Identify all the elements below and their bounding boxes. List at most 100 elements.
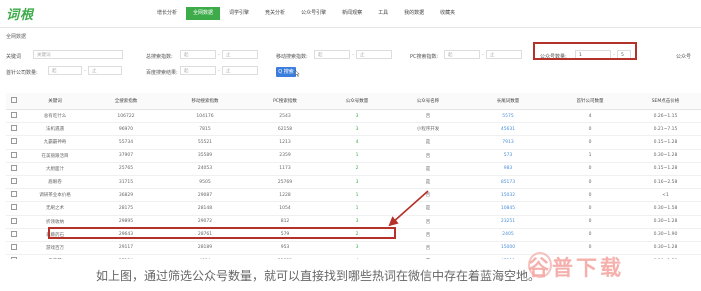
- watermark: 谷普下载: [528, 256, 624, 280]
- table-cell: 0: [550, 162, 630, 176]
- nav-item[interactable]: 增长分析: [150, 7, 184, 20]
- filter-label-baidu-results: 百度搜索结果:: [146, 70, 178, 76]
- table-cell: 106722: [88, 109, 164, 124]
- highlight-box-account-filter: [533, 42, 637, 60]
- logo[interactable]: 词根: [6, 4, 34, 23]
- table-cell: 九霸霸神奇: [22, 135, 88, 150]
- table-row[interactable]: 调研茶业本价格 36829 29087 1228 1 否 15032 0 <1: [6, 188, 701, 203]
- checkbox-icon[interactable]: [11, 164, 17, 171]
- table-cell: 0.30~1.28: [630, 241, 701, 256]
- range-dash: -: [482, 52, 484, 58]
- row-checkbox[interactable]: [6, 241, 22, 256]
- table-cell: 眉眼卷: [22, 175, 88, 190]
- table-cell: 2: [324, 162, 390, 176]
- table-cell: 否: [390, 241, 466, 256]
- filter-label-total-index: 总搜索指数:: [146, 54, 173, 60]
- nav-item[interactable]: 收藏夹: [433, 7, 462, 20]
- row-checkbox[interactable]: [6, 162, 22, 176]
- table-cell: 0.21~7.15: [630, 122, 701, 137]
- checkbox-icon[interactable]: [11, 178, 17, 185]
- row-checkbox[interactable]: [6, 188, 22, 203]
- table-cell: 96970: [88, 122, 164, 137]
- nav-item[interactable]: 公众号引擎: [294, 7, 333, 20]
- column-header: 长尾词数量: [466, 93, 550, 110]
- search-button[interactable]: Q 搜索: [276, 67, 296, 77]
- checkbox-icon[interactable]: [11, 217, 17, 224]
- row-checkbox[interactable]: [6, 135, 22, 150]
- nav-item[interactable]: 工具: [371, 7, 395, 20]
- table-row[interactable]: 在美丽跟活目 37907 35589 2359 1 否 573 1 0.30~1.28: [6, 149, 701, 163]
- checkbox-icon[interactable]: [11, 138, 17, 145]
- nav-item[interactable]: 词学引擎: [222, 7, 256, 20]
- table-cell: 1213: [246, 135, 324, 150]
- table-cell: 1054: [246, 201, 324, 216]
- filter-label-pc-index: PC搜索指数:: [410, 54, 439, 60]
- checkbox-icon[interactable]: [11, 191, 17, 198]
- table-row[interactable]: 九霸霸神奇 55734 55521 1213 4 是 7913 0 0.15~1.28: [6, 135, 701, 150]
- table-cell: 小程序开发: [390, 122, 466, 137]
- checkbox-icon[interactable]: [11, 125, 17, 132]
- table-row[interactable]: 眉眼卷 31715 9505 25769 3 是 85173 0 0.16~2.58: [6, 175, 701, 190]
- table-cell: 35589: [164, 149, 246, 163]
- checkbox-icon[interactable]: [11, 243, 17, 250]
- table-row[interactable]: 法机遇遇 96970 7815 62158 3 小程序开发 45631 0 0.21~7.15: [6, 122, 701, 137]
- nav-item[interactable]: 新闻观察: [335, 7, 369, 20]
- row-checkbox[interactable]: [6, 175, 22, 190]
- keyword-table-container: 关键词 全搜索指数 移动搜索指数 PC搜索指数 公众号数量 公众号名称 长尾词数量 首针公司数…: [6, 93, 701, 269]
- table-cell: 24053: [164, 162, 246, 176]
- table-cell: 法机遇遇: [22, 122, 88, 137]
- column-header: 关键词: [22, 93, 88, 110]
- pc-index-min-input[interactable]: 起: [444, 50, 480, 59]
- nav-item[interactable]: 全网数据: [186, 7, 221, 20]
- highlight-box-row: [48, 227, 396, 239]
- table-cell: 4: [550, 109, 630, 124]
- table-cell: 0: [550, 122, 630, 137]
- nav-item[interactable]: 竞关分析: [258, 7, 292, 20]
- checkbox-icon[interactable]: [11, 204, 17, 211]
- row-checkbox[interactable]: [6, 109, 22, 124]
- table-row[interactable]: 总有吃什么 106722 104176 2543 3 否 5575 4 0.26~1.15: [6, 109, 701, 124]
- table-row[interactable]: 大厨面汁 25765 24053 1173 2 是 983 0 0.15~1.28: [6, 162, 701, 176]
- table-cell: 85173: [466, 175, 550, 190]
- total-index-min-input[interactable]: 起: [180, 50, 216, 59]
- row-checkbox[interactable]: [6, 122, 22, 137]
- table-cell: 45631: [466, 122, 550, 137]
- checkbox-icon[interactable]: [11, 230, 17, 237]
- baidu-results-max-input[interactable]: 止: [222, 66, 258, 75]
- row-checkbox[interactable]: [6, 201, 22, 216]
- table-cell: 0.15~1.28: [630, 135, 701, 150]
- total-index-max-input[interactable]: 止: [222, 50, 258, 59]
- keyword-input[interactable]: 关键词: [33, 50, 123, 59]
- column-header: 公众号数量: [324, 93, 390, 110]
- table-cell: 0.26~1.15: [630, 109, 701, 124]
- caption-text: 如上图，通过筛选公众号数量，就可以直接找到哪些热词在微信中存在着蓝海空地。: [96, 269, 541, 283]
- table-cell: 23251: [466, 215, 550, 229]
- checkbox-icon[interactable]: [11, 97, 17, 103]
- checkbox-icon[interactable]: [11, 151, 17, 158]
- mobile-index-max-input[interactable]: 止: [356, 50, 392, 59]
- row-checkbox[interactable]: [6, 215, 22, 229]
- table-cell: 28175: [88, 201, 164, 216]
- nav-item[interactable]: 我的数据: [397, 7, 431, 20]
- table-cell: 4: [324, 135, 390, 150]
- checkbox-icon[interactable]: [11, 112, 17, 119]
- range-dash: -: [218, 68, 220, 74]
- pc-index-max-input[interactable]: 止: [486, 50, 522, 59]
- table-row[interactable]: 无刷之术 28175 28148 1054 1 是 10845 0 0.30~1.58: [6, 201, 701, 216]
- column-header: 移动搜索指数: [164, 93, 246, 110]
- row-checkbox[interactable]: [6, 228, 22, 242]
- table-cell: 1228: [246, 188, 324, 203]
- table-cell: 2405: [466, 228, 550, 242]
- table-cell: 29117: [88, 241, 164, 256]
- column-header: 首针公司数量: [550, 93, 630, 110]
- table-cell: 28189: [164, 241, 246, 256]
- table-cell: 0.16~2.58: [630, 175, 701, 190]
- row-checkbox[interactable]: [6, 149, 22, 163]
- table-cell: 37907: [88, 149, 164, 163]
- table-cell: 5575: [466, 109, 550, 124]
- baidu-results-min-input[interactable]: 起: [180, 66, 216, 75]
- company-count-min-input[interactable]: 起: [48, 66, 82, 75]
- company-count-max-input[interactable]: 止: [88, 66, 122, 75]
- select-all-checkbox[interactable]: [6, 93, 22, 110]
- mobile-index-min-input[interactable]: 起: [314, 50, 350, 59]
